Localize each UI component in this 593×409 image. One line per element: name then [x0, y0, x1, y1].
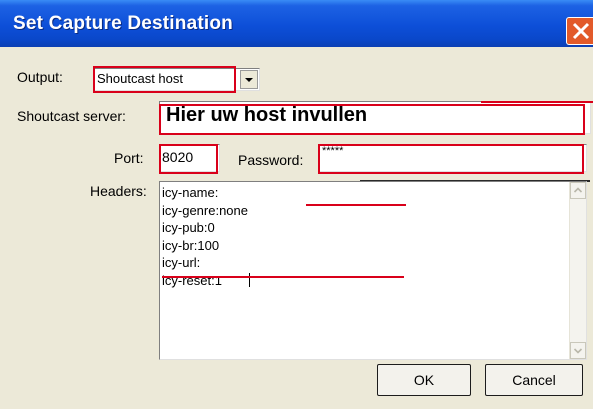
highlight-server [159, 104, 585, 135]
highlight-icy-name-line [306, 204, 406, 206]
close-icon [572, 22, 590, 40]
output-dropdown-button[interactable] [240, 70, 258, 89]
header-line: icy-name: [162, 185, 219, 200]
set-capture-destination-dialog: Set Capture Destination Output: Shoutcas… [0, 0, 593, 409]
output-label: Output: [17, 69, 63, 85]
scroll-up-button[interactable] [570, 182, 586, 199]
highlight-icy-url-line [162, 276, 404, 278]
scroll-down-icon [573, 348, 583, 354]
password-label: Password: [238, 152, 304, 168]
scroll-down-button[interactable] [570, 342, 586, 359]
highlight-password [318, 144, 584, 174]
header-line: icy-url: [162, 255, 201, 270]
highlight-port [159, 144, 218, 174]
headers-textarea[interactable]: icy-name: icy-genre:none icy-pub:0 icy-b… [159, 181, 587, 360]
chevron-down-icon [245, 78, 253, 82]
server-label: Shoutcast server: [17, 108, 126, 124]
headers-lines: icy-name: icy-genre:none icy-pub:0 icy-b… [162, 184, 248, 289]
headers-scrollbar[interactable] [569, 182, 586, 359]
title-bar: Set Capture Destination [0, 0, 593, 47]
highlight-output [93, 66, 236, 93]
ok-button[interactable]: OK [377, 364, 471, 396]
header-line: icy-br:100 [162, 237, 220, 253]
header-line: icy-pub:0 [162, 220, 215, 235]
headers-label: Headers: [90, 183, 147, 199]
header-line: icy-reset:1 [162, 272, 222, 288]
cancel-button[interactable]: Cancel [485, 364, 583, 396]
dialog-title: Set Capture Destination [13, 13, 233, 34]
close-button[interactable] [566, 17, 593, 45]
scroll-up-icon [573, 187, 583, 193]
port-label: Port: [114, 150, 144, 166]
highlight-server-top-mark [481, 101, 593, 103]
header-line: icy-genre:none [162, 202, 248, 218]
